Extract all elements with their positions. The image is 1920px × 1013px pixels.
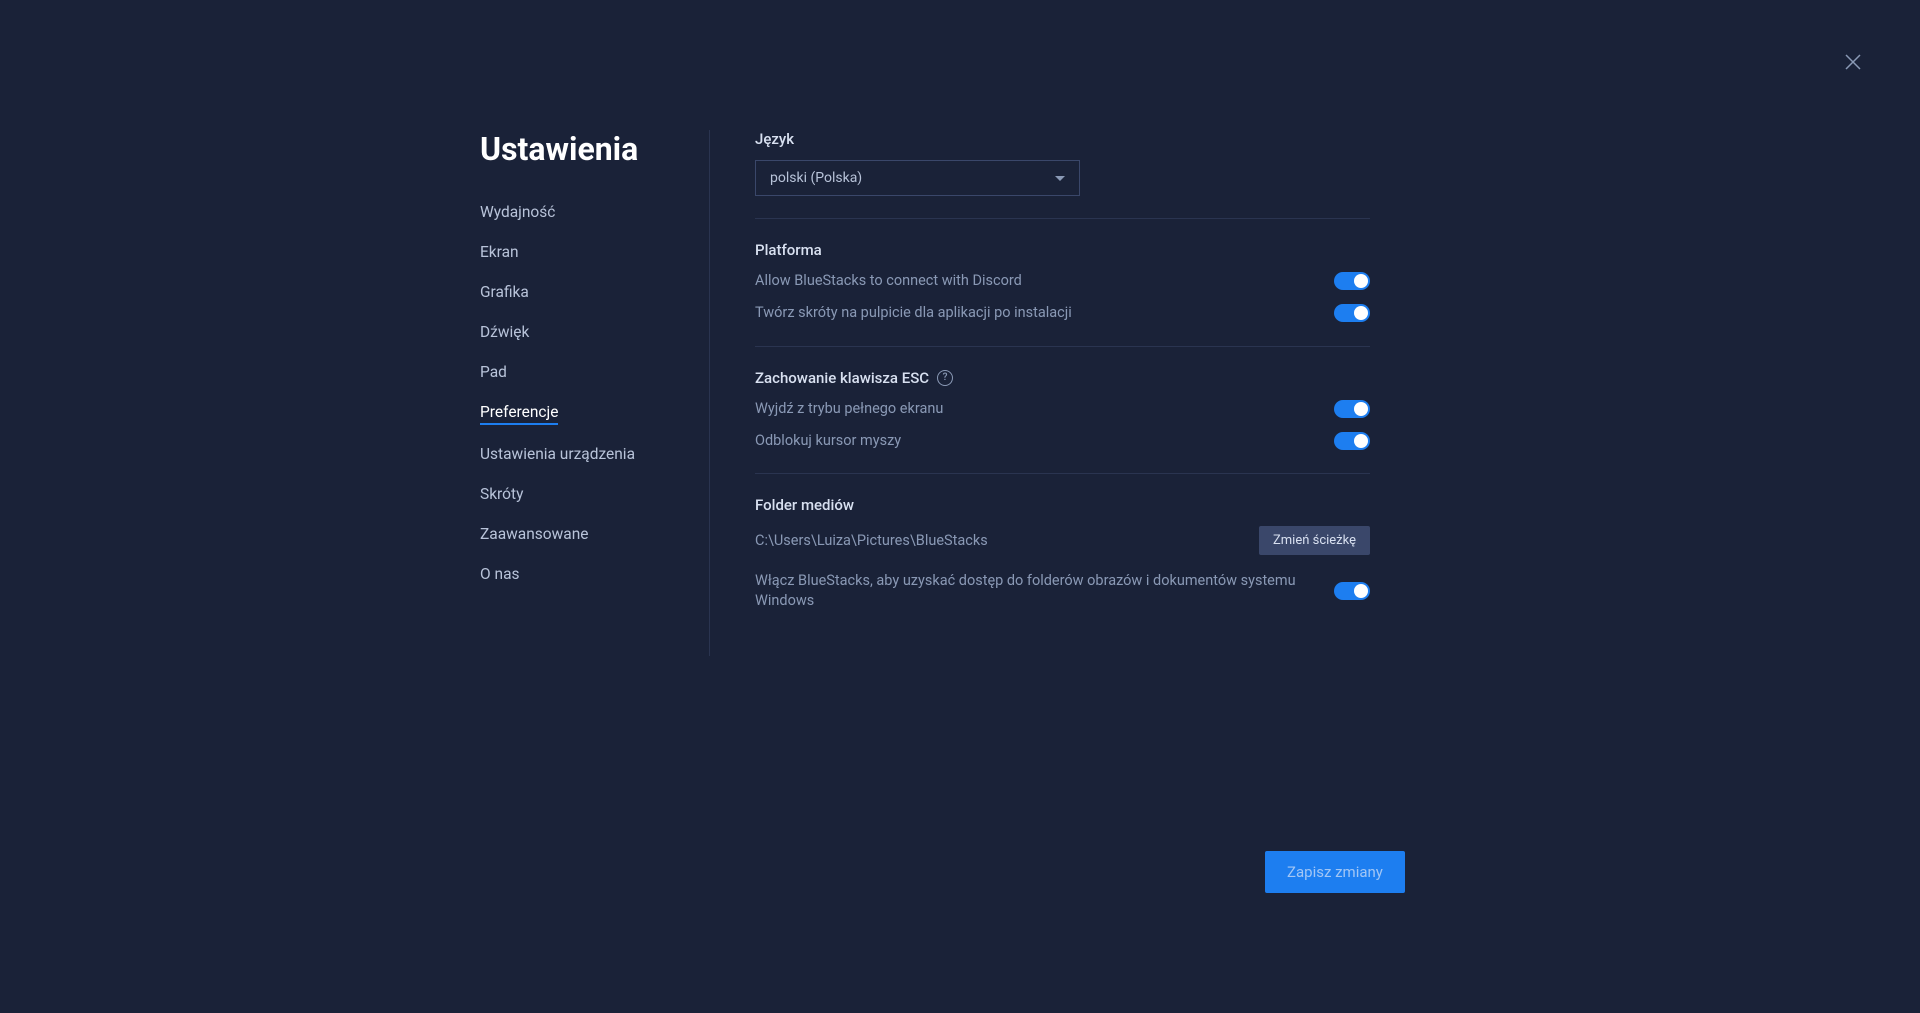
content-panel: Język polski (Polska) Platforma Allow Bl… [710, 130, 1370, 656]
toggle-knob [1354, 434, 1368, 448]
section-esc: Zachowanie klawisza ESC ? Wyjdź z trybu … [755, 369, 1370, 475]
close-icon[interactable] [1841, 50, 1865, 74]
section-language: Język polski (Polska) [755, 130, 1370, 219]
sidebar-item-shortcuts[interactable]: Skróty [480, 485, 679, 505]
section-title-esc: Zachowanie klawisza ESC ? [755, 369, 1370, 387]
page-title: Ustawienia [480, 130, 679, 168]
toggle-knob [1354, 306, 1368, 320]
toggle-knob [1354, 402, 1368, 416]
sidebar-item-device[interactable]: Ustawienia urządzenia [480, 445, 679, 465]
section-media: Folder mediów C:\Users\Luiza\Pictures\Bl… [755, 496, 1370, 634]
language-select[interactable]: polski (Polska) [755, 160, 1080, 196]
sidebar-item-performance[interactable]: Wydajność [480, 203, 679, 223]
sidebar-item-preferences[interactable]: Preferencje [480, 403, 558, 425]
discord-toggle[interactable] [1334, 272, 1370, 290]
language-selected-value: polski (Polska) [770, 170, 862, 186]
sidebar-item-about[interactable]: O nas [480, 565, 679, 585]
section-platform: Platforma Allow BlueStacks to connect wi… [755, 241, 1370, 347]
toggle-knob [1354, 584, 1368, 598]
esc-cursor-toggle[interactable] [1334, 432, 1370, 450]
sidebar-item-advanced[interactable]: Zaawansowane [480, 525, 679, 545]
shortcuts-toggle[interactable] [1334, 304, 1370, 322]
section-title-language: Język [755, 130, 1370, 148]
media-access-toggle[interactable] [1334, 582, 1370, 600]
sidebar: Wydajność Ekran Grafika Dźwięk Pad Prefe… [480, 203, 679, 585]
esc-fullscreen-label: Wyjdź z trybu pełnego ekranu [755, 399, 943, 419]
change-path-button[interactable]: Zmień ścieżkę [1259, 526, 1370, 555]
help-icon[interactable]: ? [937, 370, 953, 386]
section-title-platform: Platforma [755, 241, 1370, 259]
esc-cursor-label: Odblokuj kursor myszy [755, 431, 901, 451]
shortcuts-label: Twórz skróty na pulpicie dla aplikacji p… [755, 303, 1072, 323]
chevron-down-icon [1055, 176, 1065, 181]
media-path: C:\Users\Luiza\Pictures\BlueStacks [755, 532, 988, 549]
sidebar-item-pad[interactable]: Pad [480, 363, 679, 383]
save-button[interactable]: Zapisz zmiany [1265, 851, 1405, 893]
media-access-label: Włącz BlueStacks, aby uzyskać dostęp do … [755, 571, 1314, 612]
toggle-knob [1354, 274, 1368, 288]
section-title-media: Folder mediów [755, 496, 1370, 514]
sidebar-item-screen[interactable]: Ekran [480, 243, 679, 263]
esc-fullscreen-toggle[interactable] [1334, 400, 1370, 418]
sidebar-item-sound[interactable]: Dźwięk [480, 323, 679, 343]
discord-label: Allow BlueStacks to connect with Discord [755, 271, 1022, 291]
sidebar-item-graphics[interactable]: Grafika [480, 283, 679, 303]
